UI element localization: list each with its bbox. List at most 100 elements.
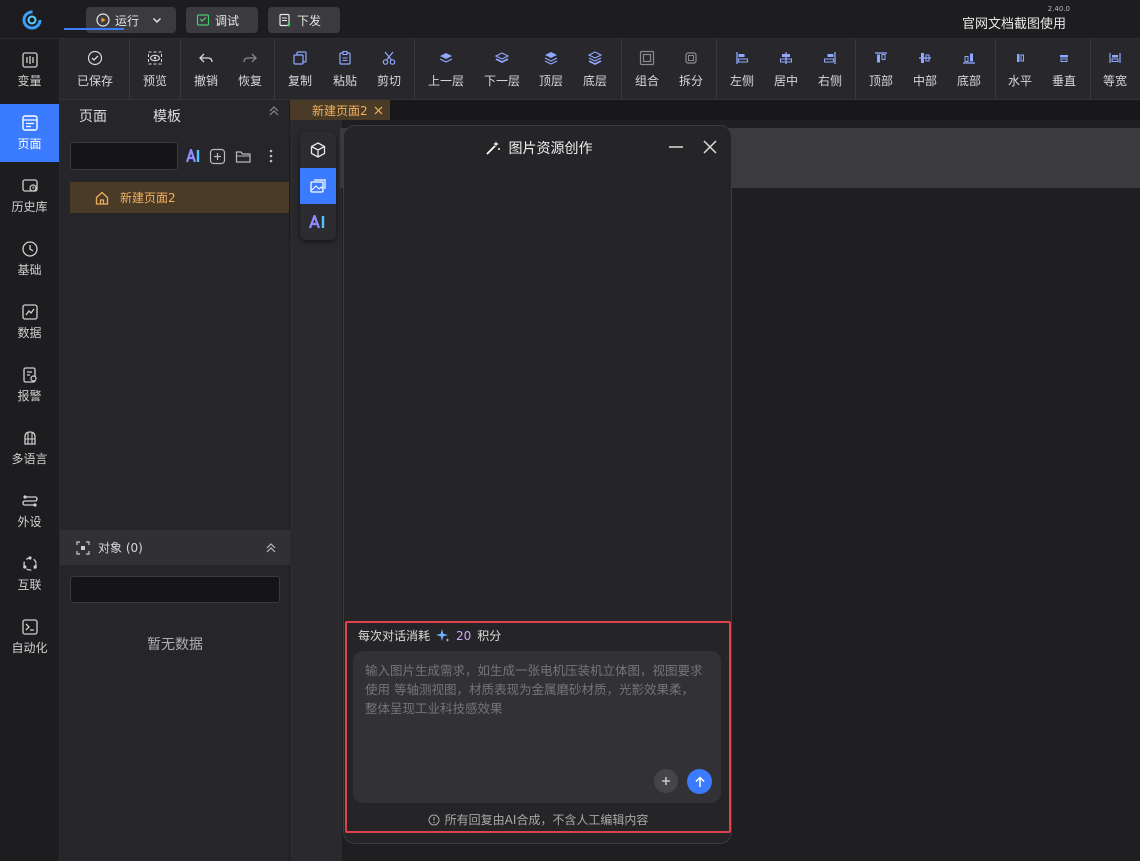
send-button[interactable] [687, 769, 712, 794]
nav-item-label: 数据 [17, 326, 42, 340]
debug-icon [196, 14, 210, 26]
tool-label: 下一层 [483, 74, 520, 88]
peripheral-icon [21, 495, 38, 507]
basic-icon [21, 241, 38, 257]
document-tab-label: 新建页面2 [312, 103, 368, 118]
tool-label: 已保存 [76, 74, 113, 88]
nav-item-data[interactable]: 数据 [0, 293, 59, 351]
minimize-icon[interactable] [667, 138, 685, 156]
tool-layer-down[interactable]: 下一层 [482, 39, 522, 100]
automation-icon [21, 619, 38, 635]
tool-copy[interactable]: 复制 [286, 39, 314, 100]
empty-state-text: 暂无数据 [147, 637, 203, 653]
tool-distribute-h[interactable]: 水平 [1006, 39, 1034, 100]
tool-align-right[interactable]: 右侧 [816, 39, 844, 100]
tool-cut[interactable]: 剪切 [375, 39, 403, 100]
tool-preview[interactable]: 预览 [141, 39, 169, 100]
tab-pages[interactable]: 页面 [79, 106, 107, 126]
tool-distribute-v[interactable]: 垂直 [1050, 39, 1078, 100]
tool-redo[interactable]: 恢复 [236, 39, 264, 100]
cost-info: 每次对话消耗 20 积分 [358, 627, 501, 644]
nav-item-connect[interactable]: 互联 [0, 545, 59, 603]
tool-label: 右侧 [817, 74, 842, 88]
close-tab-icon[interactable] [374, 106, 383, 115]
page-search-input[interactable] [70, 142, 178, 170]
ai-page-icon[interactable] [186, 149, 202, 163]
version-label: 2.40.0 [1047, 5, 1070, 13]
undo-icon [199, 53, 213, 63]
tool-label: 居中 [773, 74, 798, 88]
tool-layer-top[interactable]: 顶层 [537, 39, 565, 100]
tool-label: 垂直 [1051, 74, 1076, 88]
nav-item-label: 变量 [17, 74, 42, 88]
close-icon[interactable] [701, 138, 719, 156]
cost-prefix: 每次对话消耗 [358, 629, 431, 643]
object-search-input[interactable] [70, 576, 280, 603]
tool-align-middle[interactable]: 中部 [911, 39, 939, 100]
tool-label: 等宽 [1102, 74, 1127, 88]
nav-item-language[interactable]: 多语言 [0, 419, 59, 477]
paste-icon [339, 50, 351, 65]
nav-item-history[interactable]: 历史库 [0, 167, 59, 225]
nav-item-page[interactable]: 页面 [0, 104, 59, 162]
variable-icon [21, 52, 38, 68]
document-tab[interactable]: 新建页面2 [290, 100, 390, 120]
toolbar: 已保存 预览 撤销 恢复 复制 粘贴 剪切 上一层 下一层 顶层 底层 组合 拆… [60, 39, 1140, 100]
align-center-icon [780, 52, 792, 64]
nav-item-alarm[interactable]: 报警 [0, 356, 59, 414]
tab-templates[interactable]: 模板 [153, 106, 181, 126]
align-middle-icon [919, 53, 931, 63]
tool-label: 顶层 [538, 74, 563, 88]
debug-button[interactable]: 调试 [186, 7, 258, 33]
tool-label: 底部 [956, 74, 981, 88]
distribute-h-icon [1017, 54, 1024, 62]
align-top-icon [875, 52, 887, 63]
page-list-item[interactable]: 新建页面2 [70, 182, 289, 213]
add-attachment-button[interactable] [654, 769, 678, 793]
nav-item-label: 基础 [17, 263, 42, 277]
objects-title: 对象 (0) [98, 541, 143, 555]
debug-label: 调试 [215, 13, 240, 28]
tool-ungroup[interactable]: 拆分 [677, 39, 705, 100]
tool-group[interactable]: 组合 [633, 39, 661, 100]
page-icon [21, 115, 38, 131]
tool-saved[interactable]: 已保存 [76, 39, 114, 100]
ai-icon [309, 215, 325, 229]
app-logo-icon [20, 8, 44, 32]
deploy-label: 下发 [297, 13, 322, 28]
tool-align-bottom[interactable]: 底部 [955, 39, 983, 100]
tool-align-center[interactable]: 居中 [772, 39, 800, 100]
tool-paste[interactable]: 粘贴 [331, 39, 359, 100]
add-page-icon[interactable] [209, 148, 226, 165]
component-library-button[interactable] [300, 132, 336, 168]
ai-assistant-button[interactable] [300, 204, 336, 240]
more-options-icon[interactable] [268, 148, 274, 164]
ai-disclaimer: 所有回复由AI合成，不含人工编辑内容 [345, 811, 731, 828]
collapse-up-icon[interactable] [264, 541, 278, 555]
tool-equal-width[interactable]: 等宽 [1101, 39, 1129, 100]
cut-icon [382, 51, 396, 65]
objects-icon [76, 540, 90, 555]
tool-layer-up[interactable]: 上一层 [426, 39, 466, 100]
tool-layer-bottom[interactable]: 底层 [581, 39, 609, 100]
copy-icon [293, 51, 307, 65]
folder-icon[interactable] [235, 149, 252, 164]
nav-item-automation[interactable]: 自动化 [0, 608, 59, 666]
nav-item-peripheral[interactable]: 外设 [0, 482, 59, 540]
collapse-up-icon[interactable] [266, 103, 282, 119]
arrow-up-icon [694, 775, 705, 787]
document-tab-strip [290, 100, 1140, 120]
image-resource-button[interactable] [300, 168, 336, 204]
cube-icon [310, 142, 326, 158]
tool-label: 复制 [287, 74, 312, 88]
nav-item-basic[interactable]: 基础 [0, 230, 59, 288]
tool-align-top[interactable]: 顶部 [867, 39, 895, 100]
tool-undo[interactable]: 撤销 [192, 39, 220, 100]
layer-down-icon [494, 52, 510, 64]
dialog-title-text: 图片资源创作 [508, 141, 593, 157]
chevron-down-icon [153, 18, 162, 23]
nav-item-variable[interactable]: 变量 [0, 41, 59, 99]
tool-align-left[interactable]: 左侧 [728, 39, 756, 100]
deploy-button[interactable]: 下发 [268, 7, 340, 33]
data-icon [21, 304, 38, 320]
